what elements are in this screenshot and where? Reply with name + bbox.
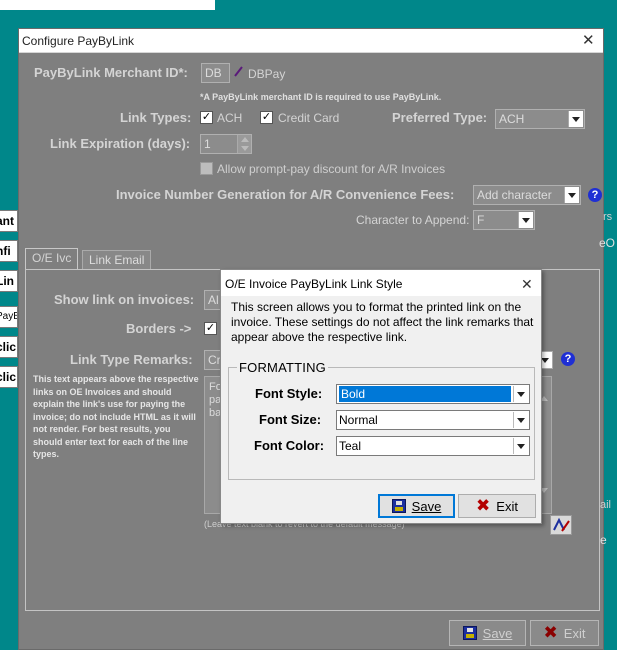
font-size-value: Normal — [339, 413, 378, 427]
save-label: Save — [482, 625, 513, 641]
background-fragment: Lin — [0, 270, 18, 292]
expiration-value: 1 — [204, 137, 211, 151]
formatting-group: FORMATTING Font Style: Bold Font Size: N… — [228, 360, 535, 480]
font-color-label: Font Color: — [254, 438, 325, 453]
chevron-down-icon[interactable] — [513, 438, 528, 454]
credit-card-label: Credit Card — [278, 111, 340, 125]
background-fragment: ant — [0, 210, 18, 232]
font-style-value: Bold — [339, 386, 511, 402]
floppy-disk-icon — [391, 499, 406, 513]
format-style-icon[interactable] — [550, 515, 572, 535]
background-fragment: e — [600, 533, 607, 547]
font-size-label: Font Size: — [259, 412, 322, 427]
expiration-stepper[interactable]: 1 — [200, 134, 252, 154]
chevron-down-icon[interactable] — [564, 187, 579, 203]
remarks-label: Link Type Remarks: — [70, 352, 193, 367]
close-icon[interactable]: ✕ — [582, 33, 595, 48]
dialog-exit-label: Exit — [496, 498, 518, 514]
chevron-down-icon[interactable] — [513, 386, 528, 402]
background-fragment: clic — [0, 366, 18, 388]
char-append-label: Character to Append: — [356, 213, 470, 227]
chevron-down-icon — [541, 357, 549, 363]
tab-link-email[interactable]: Link Email — [82, 250, 152, 270]
remarks-help-text: This text appears above the respective l… — [33, 374, 199, 459]
ach-checkbox[interactable]: ✓ — [200, 111, 213, 124]
pencil-icon[interactable] — [234, 65, 244, 77]
dialog-save-label: Save — [411, 498, 442, 514]
help-icon[interactable]: ? — [561, 352, 575, 366]
window-titlebar: Configure PayByLink ✕ — [19, 29, 603, 53]
background-fragment: ail — [600, 499, 612, 511]
background-fragment-text: PayB — [0, 311, 17, 322]
background-fragment: PayB — [0, 306, 18, 328]
formatting-legend: FORMATTING — [237, 360, 328, 375]
background-window-strip — [0, 0, 215, 10]
close-icon: ✖ — [476, 496, 491, 515]
stepper-down-icon[interactable] — [240, 146, 249, 151]
font-size-select[interactable]: Normal — [336, 410, 530, 430]
background-fragment: eO — [599, 236, 616, 250]
chevron-down-icon[interactable] — [568, 111, 583, 127]
help-icon[interactable]: ? — [588, 188, 602, 202]
save-button[interactable]: Save — [449, 620, 526, 646]
prompt-pay-label: Allow prompt-pay discount for A/R Invoic… — [217, 162, 446, 176]
background-fragment: rs — [603, 211, 613, 223]
background-fragment-text: clic — [0, 370, 17, 384]
invoice-gen-select[interactable]: Add character — [473, 185, 581, 205]
invoice-gen-value: Add character — [477, 188, 552, 202]
background-fragment-text: Lin — [0, 274, 14, 288]
dialog-description: This screen allows you to format the pri… — [231, 300, 534, 344]
dialog-exit-button[interactable]: ✖ Exit — [458, 494, 536, 518]
stepper-buttons[interactable] — [237, 135, 251, 153]
borders-label: Borders -> — [126, 321, 192, 336]
char-append-value: F — [477, 213, 485, 227]
background-fragment-text: clic — [0, 340, 17, 354]
merchant-id-label: PayByLink Merchant ID*: — [34, 65, 188, 80]
chevron-down-icon[interactable] — [518, 212, 533, 228]
close-icon[interactable]: ✕ — [521, 277, 533, 292]
font-color-value: Teal — [339, 439, 362, 453]
background-fragment: nfi — [0, 240, 18, 262]
background-fragment-text: ant — [0, 214, 14, 228]
preferred-type-value: ACH — [499, 112, 525, 126]
floppy-disk-icon — [462, 626, 477, 640]
borders-checkbox[interactable]: ✓ — [204, 322, 217, 335]
prompt-pay-checkbox[interactable] — [200, 162, 213, 175]
link-style-dialog: O/E Invoice PayByLink Link Style ✕ This … — [220, 269, 542, 524]
background-fragment: clic — [0, 336, 18, 358]
window-title: Configure PayByLink — [22, 34, 135, 48]
invoice-gen-label: Invoice Number Generation for A/R Conven… — [116, 187, 455, 202]
stepper-up-icon[interactable] — [240, 137, 249, 142]
merchant-name: DBPay — [248, 67, 286, 81]
background-fragment-text: nfi — [0, 244, 11, 258]
font-color-select[interactable]: Teal — [336, 436, 530, 456]
dialog-title: O/E Invoice PayByLink Link Style — [225, 277, 403, 291]
link-types-label: Link Types: — [120, 110, 192, 125]
ach-label: ACH — [217, 111, 243, 125]
tab-oe-ivc[interactable]: O/E Ivc — [25, 248, 79, 270]
dialog-titlebar: O/E Invoice PayByLink Link Style ✕ — [221, 270, 541, 296]
exit-button[interactable]: ✖ Exit — [530, 620, 599, 646]
preferred-type-select[interactable]: ACH — [495, 109, 585, 129]
credit-card-checkbox[interactable]: ✓ — [260, 111, 273, 124]
font-style-label: Font Style: — [255, 386, 323, 401]
font-style-select[interactable]: Bold — [336, 384, 530, 404]
close-icon: ✖ — [543, 623, 558, 642]
char-append-select[interactable]: F — [473, 210, 535, 230]
dialog-save-button[interactable]: Save — [378, 494, 455, 518]
chevron-down-icon[interactable] — [513, 412, 528, 428]
preferred-type-label: Preferred Type: — [392, 110, 488, 125]
exit-label: Exit — [563, 625, 586, 641]
show-link-label: Show link on invoices: — [54, 292, 195, 307]
merchant-id-note: *A PayByLink merchant ID is required to … — [200, 92, 442, 102]
expiration-label: Link Expiration (days): — [50, 136, 191, 151]
merchant-id-field[interactable]: DB — [201, 63, 230, 83]
